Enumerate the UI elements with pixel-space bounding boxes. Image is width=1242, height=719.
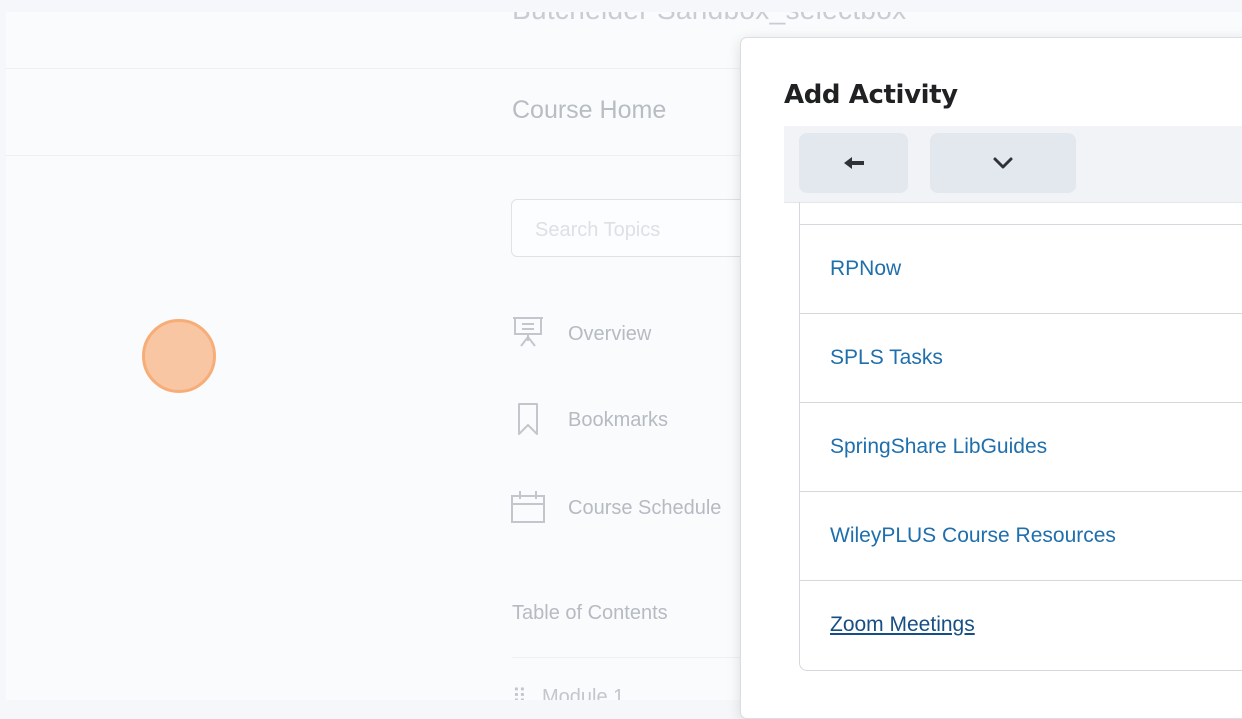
menu-dropdown-button[interactable] bbox=[930, 133, 1076, 193]
list-item: RPNow bbox=[800, 225, 1242, 314]
course-title: Butcheider Sandbox_selectbox bbox=[512, 12, 906, 26]
activity-link-rpnow[interactable]: RPNow bbox=[830, 257, 901, 281]
list-item: WileyPLUS Course Resources bbox=[800, 492, 1242, 581]
dialog-title: Add Activity bbox=[784, 80, 958, 110]
drag-handle-icon[interactable]: ⠿ bbox=[512, 684, 542, 700]
search-topics-input[interactable]: Search Topics bbox=[511, 199, 771, 257]
activity-link-zoom-meetings[interactable]: Zoom Meetings bbox=[830, 613, 975, 637]
arrow-left-icon bbox=[843, 157, 864, 169]
activity-link-spls-tasks[interactable]: SPLS Tasks bbox=[830, 346, 943, 370]
activity-list: RPNow SPLS Tasks SpringShare LibGuides W… bbox=[799, 202, 1242, 671]
dialog-toolbar bbox=[784, 126, 1242, 203]
activity-link-springshare-libguides[interactable]: SpringShare LibGuides bbox=[830, 435, 1047, 459]
toc-divider bbox=[512, 657, 772, 658]
back-button[interactable] bbox=[799, 133, 908, 193]
nav-label-overview: Overview bbox=[568, 323, 652, 345]
list-item: Zoom Meetings bbox=[800, 581, 1242, 670]
list-item: SpringShare LibGuides bbox=[800, 403, 1242, 492]
module-label: Module 1 bbox=[542, 686, 625, 700]
toc-module-item[interactable]: ⠿ Module 1 bbox=[512, 684, 624, 700]
add-activity-dialog: Add Activity RPNow SPLS Tasks SpringShar… bbox=[740, 37, 1242, 719]
course-home-link[interactable]: Course Home bbox=[512, 96, 666, 125]
search-placeholder: Search Topics bbox=[535, 219, 661, 241]
nav-label-course-schedule: Course Schedule bbox=[568, 497, 722, 519]
chevron-down-icon bbox=[993, 157, 1013, 169]
click-indicator bbox=[142, 319, 216, 393]
activity-link-wileyplus[interactable]: WileyPLUS Course Resources bbox=[830, 524, 1116, 548]
bookmark-icon bbox=[518, 403, 538, 435]
list-item: SPLS Tasks bbox=[800, 314, 1242, 403]
table-of-contents-heading: Table of Contents bbox=[512, 602, 668, 624]
list-scrolled-item bbox=[800, 202, 1242, 225]
nav-label-bookmarks: Bookmarks bbox=[568, 409, 669, 431]
calendar-icon bbox=[511, 491, 545, 523]
presentation-icon bbox=[513, 317, 543, 347]
